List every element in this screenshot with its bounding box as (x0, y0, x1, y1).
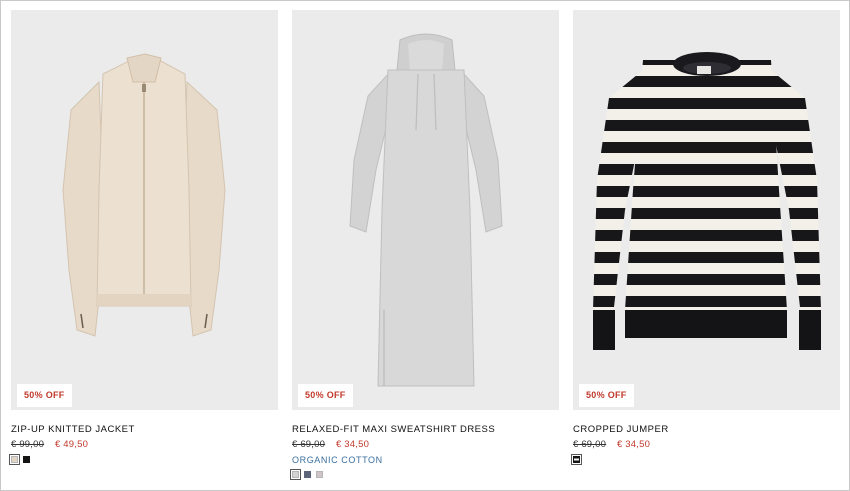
color-swatch-navy[interactable] (304, 471, 311, 478)
product-image[interactable]: 50% OFF (573, 10, 840, 410)
organic-cotton-tag: ORGANIC COTTON (292, 455, 383, 465)
knitted-jacket-image (62, 53, 226, 337)
sale-price: € 34,50 (616, 439, 651, 450)
original-price: € 69,00 (573, 439, 607, 450)
color-swatches (290, 469, 559, 480)
product-prices: € 99,00 € 49,50 (11, 439, 278, 450)
product-image[interactable]: 50% OFF (11, 10, 278, 410)
sale-price: € 34,50 (335, 439, 370, 450)
color-swatches (9, 454, 278, 465)
product-prices: € 69,00 € 34,50 (292, 439, 559, 450)
color-swatch-light-grey[interactable] (290, 469, 301, 480)
product-card-cropped-jumper[interactable]: 50% OFF CROPPED JUMPER € 69,00 € 34,50 (571, 10, 840, 465)
original-price: € 99,00 (11, 439, 45, 450)
sale-price: € 49,50 (54, 439, 89, 450)
product-name[interactable]: ZIP-UP KNITTED JACKET (11, 424, 278, 435)
striped-jumper-image (593, 52, 821, 350)
product-card-relaxed-fit-maxi-sweatshirt-dress[interactable]: 50% OFF RELAXED-FIT MAXI SWEATSHIRT DRES… (290, 10, 559, 480)
color-swatches (571, 454, 840, 465)
color-swatch-lilac[interactable] (316, 471, 323, 478)
color-swatch-black[interactable] (23, 456, 30, 463)
discount-badge: 50% OFF (17, 384, 72, 407)
original-price: € 69,00 (292, 439, 326, 450)
color-swatch-beige[interactable] (9, 454, 20, 465)
product-name[interactable]: RELAXED-FIT MAXI SWEATSHIRT DRESS (292, 424, 559, 435)
product-name[interactable]: CROPPED JUMPER (573, 424, 840, 435)
discount-badge: 50% OFF (579, 384, 634, 407)
discount-badge: 50% OFF (298, 384, 353, 407)
color-swatch-striped[interactable] (571, 454, 582, 465)
sweatshirt-dress-image (349, 33, 503, 387)
product-prices: € 69,00 € 34,50 (573, 439, 840, 450)
product-image[interactable]: 50% OFF (292, 10, 559, 410)
product-card-zip-up-knitted-jacket[interactable]: 50% OFF ZIP-UP KNITTED JACKET € 99,00 € … (9, 10, 278, 465)
